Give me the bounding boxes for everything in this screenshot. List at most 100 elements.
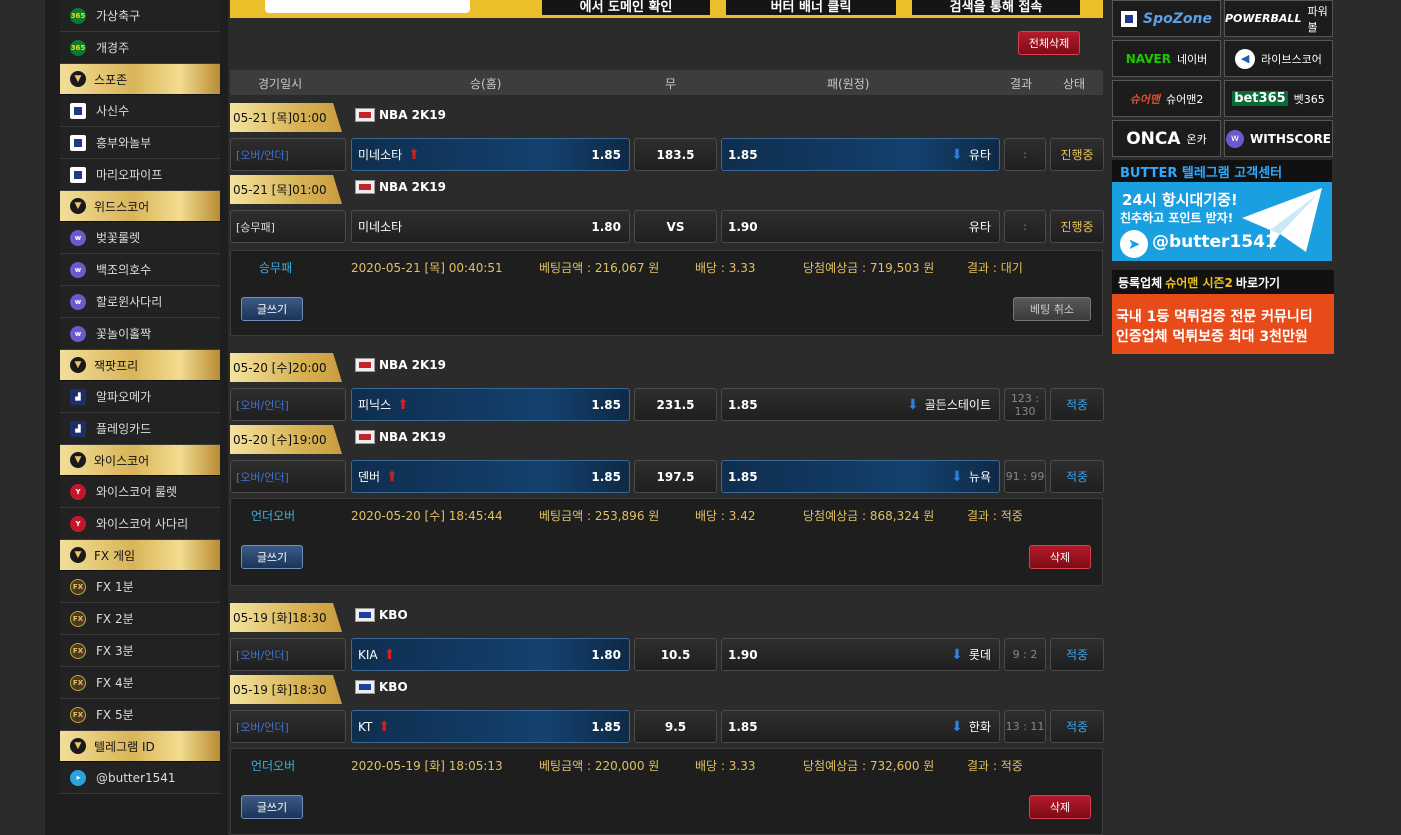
away-team-name: 한화 (968, 720, 991, 734)
sidebar-item[interactable]: ▟ 플레잉카드 (60, 413, 220, 445)
draw-line-button[interactable]: 10.5 (634, 638, 717, 671)
sidebar-section-label: 텔레그램 ID (94, 739, 155, 754)
sidebar-item[interactable]: 마리오파이프 (60, 159, 220, 191)
arrow-down-icon: ⬇ (907, 396, 919, 413)
col-away: 패(원정) (827, 77, 870, 91)
away-team-button[interactable]: 1.85 ⬇ 한화 (721, 710, 1000, 743)
sidebar-section-label: 와이스코어 (94, 453, 150, 468)
write-button[interactable]: 글쓰기 (241, 297, 303, 321)
away-team-button[interactable]: 1.85 ⬇ 유타 (721, 138, 1000, 171)
onca-link[interactable]: ONCA 온카 (1112, 120, 1221, 157)
sidebar-item[interactable]: w 할로윈사다리 (60, 286, 220, 318)
bet-summary: 승무패 2020-05-21 [목] 00:40:51 베팅금액 : 216,067… (230, 250, 1103, 336)
top-banner[interactable]: 에서 도메인 확인 버터 배너 클릭 검색을 통해 접속 (230, 0, 1103, 18)
sidebar-item[interactable]: w 벚꽃룰렛 (60, 222, 220, 254)
arrow-up-icon: ⬆ (378, 718, 391, 735)
yscore-icon: Y (70, 483, 86, 500)
sidebar-item-label: FX 4분 (96, 676, 134, 690)
write-button[interactable]: 글쓰기 (241, 545, 303, 569)
home-team-button[interactable]: 미네소타 ⬆ 1.85 (351, 138, 630, 171)
sidebar-item[interactable]: w 백조의호수 (60, 254, 220, 286)
col-result: 결과 (1010, 77, 1033, 91)
withscore-link[interactable]: w WITHSCORE (1224, 120, 1333, 157)
draw-line-button[interactable]: 183.5 (634, 138, 717, 171)
telegram-banner[interactable]: BUTTER 텔레그램 고객센터 24시 항시대기중! 친추하고 포인트 받자!… (1112, 160, 1332, 261)
365-icon: 365 (70, 7, 86, 24)
withscore-icon: w (70, 229, 86, 246)
draw-line-button[interactable]: VS (634, 210, 717, 243)
delete-button[interactable]: 삭제 (1029, 545, 1091, 569)
banner-panel-3: 검색을 통해 접속 (912, 0, 1080, 15)
home-team-button[interactable]: 덴버 ⬆ 1.85 (351, 460, 630, 493)
sureman-line1: 국내 1등 먹튀검증 전문 커뮤니티 (1116, 309, 1313, 325)
sidebar-item[interactable]: w 꽃놀이홀짝 (60, 318, 220, 350)
spozone-icon (70, 166, 86, 183)
delete-button[interactable]: 삭제 (1029, 795, 1091, 819)
home-odds: 1.85 (591, 147, 621, 162)
summary-bet-type: 언더오버 (251, 509, 296, 523)
sidebar-section-header[interactable]: ▼ 텔레그램 ID (60, 731, 220, 762)
telegram-icon: ➤ (1120, 230, 1148, 258)
away-team-button[interactable]: 1.90 유타 (721, 210, 1000, 243)
write-button[interactable]: 글쓰기 (241, 795, 303, 819)
away-team-name-wrap: ⬇ 골든스테이트 (907, 396, 991, 413)
sidebar-item[interactable]: Y 와이스코어 사다리 (60, 508, 220, 540)
sidebar-item[interactable]: 흥부와놀부 (60, 127, 220, 159)
sidebar-item[interactable]: FX FX 3분 (60, 635, 220, 667)
sidebar-item[interactable]: FX FX 4분 (60, 667, 220, 699)
summary-time: 2020-05-21 [목] 00:40:51 (351, 261, 503, 275)
livescore-link[interactable]: ◀ 라이브스코어 (1224, 40, 1333, 77)
home-odds: 1.80 (591, 647, 621, 662)
spozone-link[interactable]: SpoZone (1112, 0, 1221, 37)
home-team-button[interactable]: KIA ⬆ 1.80 (351, 638, 630, 671)
sidebar-section-label: FX 게임 (94, 548, 136, 563)
sidebar-item[interactable]: Y 와이스코어 룰렛 (60, 476, 220, 508)
bet365-link[interactable]: bet365 벳365 (1224, 80, 1333, 117)
home-team-name: 미네소타 (358, 148, 403, 162)
away-team-button[interactable]: 1.85 ⬇ 골든스테이트 (721, 388, 1000, 421)
draw-line-button[interactable]: 197.5 (634, 460, 717, 493)
arrow-up-icon: ⬆ (386, 468, 398, 485)
sidebar-section-header[interactable]: ▼ FX 게임 (60, 540, 220, 571)
sidebar: 365 가상축구 365 개경주 ▼ 스포존 사신수흥부와놀부마리오파이프 ▼ 위드스코어 w 벚꽃… (60, 0, 220, 794)
home-team-button[interactable]: 미네소타 1.80 (351, 210, 630, 243)
sidebar-section-header[interactable]: ▼ 스포존 (60, 64, 220, 95)
sidebar-item[interactable]: 365 개경주 (60, 32, 220, 64)
league-logo-icon (355, 608, 375, 622)
sureman-link[interactable]: 슈어맨 슈어맨2 (1112, 80, 1221, 117)
away-team-button[interactable]: 1.90 ⬇ 롯데 (721, 638, 1000, 671)
sidebar-item[interactable]: FX FX 1분 (60, 571, 220, 603)
away-team-name: 골든스테이트 (924, 398, 991, 412)
league-label: NBA 2K19 (355, 430, 446, 444)
sureman-link-label: 슈어맨2 (1166, 92, 1204, 106)
sidebar-item[interactable]: FX FX 2분 (60, 603, 220, 635)
sureman-banner[interactable]: 등록업체 슈어맨 시즌2 바로가기 국내 1등 먹튀검증 전문 커뮤니티 인증업… (1112, 270, 1334, 354)
sidebar-section-header[interactable]: ▼ 위드스코어 (60, 191, 220, 222)
home-team-name: KT (358, 719, 373, 734)
summary-result: 결과 : 적중 (967, 509, 1023, 523)
home-team-button[interactable]: 피닉스 ⬆ 1.85 (351, 388, 630, 421)
draw-line-button[interactable]: 231.5 (634, 388, 717, 421)
sidebar-section-header[interactable]: ▼ 잭팟프리 (60, 350, 220, 381)
sidebar-item[interactable]: FX FX 5분 (60, 699, 220, 731)
cancel-bet-button[interactable]: 베팅 취소 (1013, 297, 1091, 321)
delete-all-button[interactable]: 전체삭제 (1018, 31, 1080, 55)
away-team-name-wrap: ⬇ 롯데 (951, 646, 991, 663)
naver-link[interactable]: NAVER 네이버 (1112, 40, 1221, 77)
sidebar-item[interactable]: 365 가상축구 (60, 0, 220, 32)
sidebar-item[interactable]: ➤ @butter1541 (60, 762, 220, 794)
away-team-button[interactable]: 1.85 ⬇ 뉴욕 (721, 460, 1000, 493)
sureman-brand: 슈어맨 시즌2 (1165, 275, 1233, 290)
draw-line-button[interactable]: 9.5 (634, 710, 717, 743)
sidebar-item[interactable]: ▟ 알파오메가 (60, 381, 220, 413)
sidebar-section-header[interactable]: ▼ 와이스코어 (60, 445, 220, 476)
telegram-banner-line2: 친추하고 포인트 받자! (1120, 211, 1234, 225)
sidebar-item[interactable]: 사신수 (60, 95, 220, 127)
powerball-link[interactable]: POWERBALL 파워볼 (1224, 0, 1333, 37)
col-date: 경기일시 (258, 77, 303, 91)
livescore-icon: ◀ (1235, 48, 1256, 69)
fx-icon: FX (70, 706, 86, 723)
home-team-button[interactable]: KT ⬆ 1.85 (351, 710, 630, 743)
sidebar-item-label: 흥부와놀부 (96, 136, 152, 150)
league-label: NBA 2K19 (355, 180, 446, 194)
